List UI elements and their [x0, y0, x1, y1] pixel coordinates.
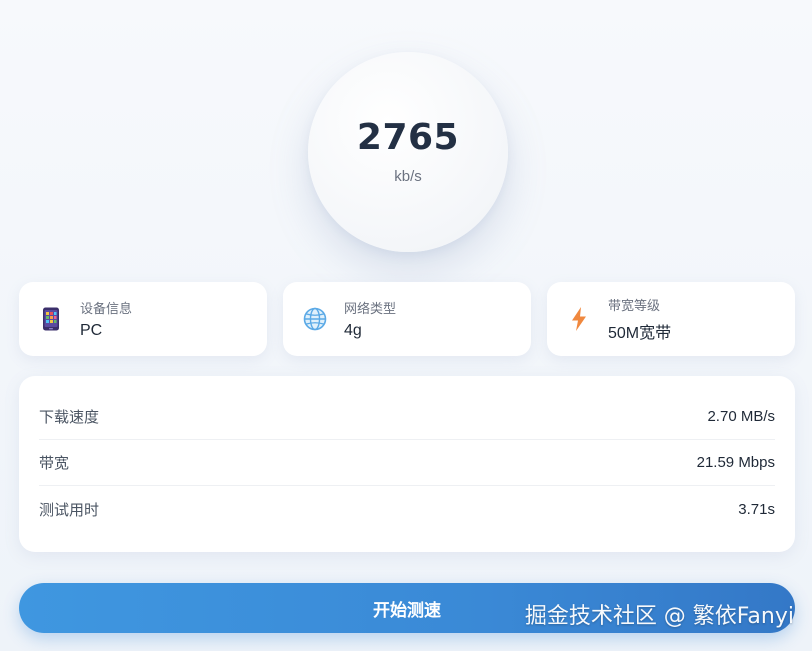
start-test-button[interactable]: 开始测速 [19, 583, 795, 633]
stats-panel: 下载速度 2.70 MB/s 带宽 21.59 Mbps 测试用时 3.71s [19, 376, 795, 552]
test-duration-label: 测试用时 [39, 501, 100, 519]
bandwidth-row: 带宽 21.59 Mbps [39, 440, 775, 486]
network-type-card: 网络类型 4g [283, 282, 531, 356]
bandwidth-label: 带宽 [39, 455, 70, 472]
download-speed-value: 2.70 MB/s [707, 408, 775, 425]
device-info-card: 设备信息 PC [19, 282, 267, 356]
speed-gauge: 2765 kb/s [308, 52, 508, 252]
download-speed-label: 下载速度 [39, 409, 100, 426]
globe-icon [303, 307, 327, 331]
test-duration-value: 3.71s [738, 500, 775, 518]
bandwidth-value: 21.59 Mbps [696, 454, 775, 471]
network-type-label: 网络类型 [344, 301, 397, 316]
device-info-value: PC [80, 322, 103, 339]
bandwidth-level-label: 带宽等级 [608, 298, 661, 313]
bandwidth-level-value: 50M宽带 [608, 325, 672, 342]
speed-unit: kb/s [394, 167, 422, 185]
lightning-icon [567, 307, 591, 331]
network-type-value: 4g [344, 322, 362, 339]
device-info-label: 设备信息 [80, 301, 133, 316]
download-speed-row: 下载速度 2.70 MB/s [39, 394, 775, 440]
phone-icon [39, 307, 63, 331]
info-cards: 设备信息 PC 网络类型 4g 带宽等级 50M宽带 [19, 282, 795, 356]
bandwidth-level-card: 带宽等级 50M宽带 [547, 282, 795, 356]
test-duration-row: 测试用时 3.71s [39, 486, 775, 532]
speed-value: 2765 [356, 116, 460, 158]
speed-test-page: 2765 kb/s 设备信息 PC 网络类型 4g 带宽等级 50M宽带 下载速… [0, 0, 812, 651]
